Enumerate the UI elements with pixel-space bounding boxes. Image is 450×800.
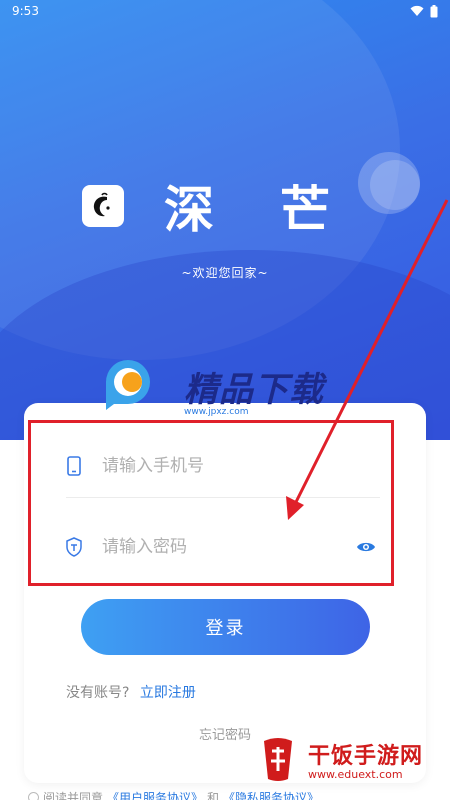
watermark-bottom: 干饭手游网 www.eduext.com <box>254 733 423 785</box>
password-input[interactable] <box>102 537 356 557</box>
phone-icon <box>67 456 81 476</box>
privacy-agreement-link[interactable]: 《隐私服务协议》 <box>223 789 319 800</box>
battery-icon <box>430 4 438 17</box>
watermark-bottom-logo-icon <box>264 738 292 781</box>
field-divider <box>66 497 380 498</box>
register-row: 没有账号? 立即注册 <box>66 682 196 702</box>
phone-input[interactable] <box>102 456 376 476</box>
agreement-row: 阅读并同意 《用户服务协议》 和 《隐私服务协议》 <box>28 789 319 800</box>
password-field <box>66 537 376 557</box>
app-logo-icon <box>82 185 124 227</box>
user-agreement-link[interactable]: 《用户服务协议》 <box>107 789 203 800</box>
agreement-checkbox[interactable] <box>28 792 39 800</box>
watermark-top: 精品下载 www.jpxz.com <box>98 360 324 418</box>
welcome-tagline: ~欢迎您回家~ <box>181 266 269 280</box>
watermark-top-title: 精品下载 <box>184 369 324 410</box>
login-button[interactable]: 登录 <box>81 599 370 655</box>
no-account-text: 没有账号? <box>66 685 130 701</box>
app-logo-row: 深芒 <box>82 170 396 242</box>
watermark-bottom-title: 干饭手游网 <box>308 743 424 769</box>
eye-icon[interactable] <box>356 540 376 554</box>
status-time: 9:53 <box>12 4 39 18</box>
app-name: 深芒 <box>164 181 396 239</box>
register-link[interactable]: 立即注册 <box>140 685 196 701</box>
status-bar: 9:53 <box>0 0 450 22</box>
shield-icon <box>66 537 82 557</box>
phone-field <box>66 456 376 476</box>
watermark-logo-icon <box>106 360 150 410</box>
agreement-and: 和 <box>207 791 220 800</box>
wifi-icon <box>410 5 424 16</box>
agreement-prefix: 阅读并同意 <box>43 791 104 800</box>
status-icons <box>410 4 438 18</box>
